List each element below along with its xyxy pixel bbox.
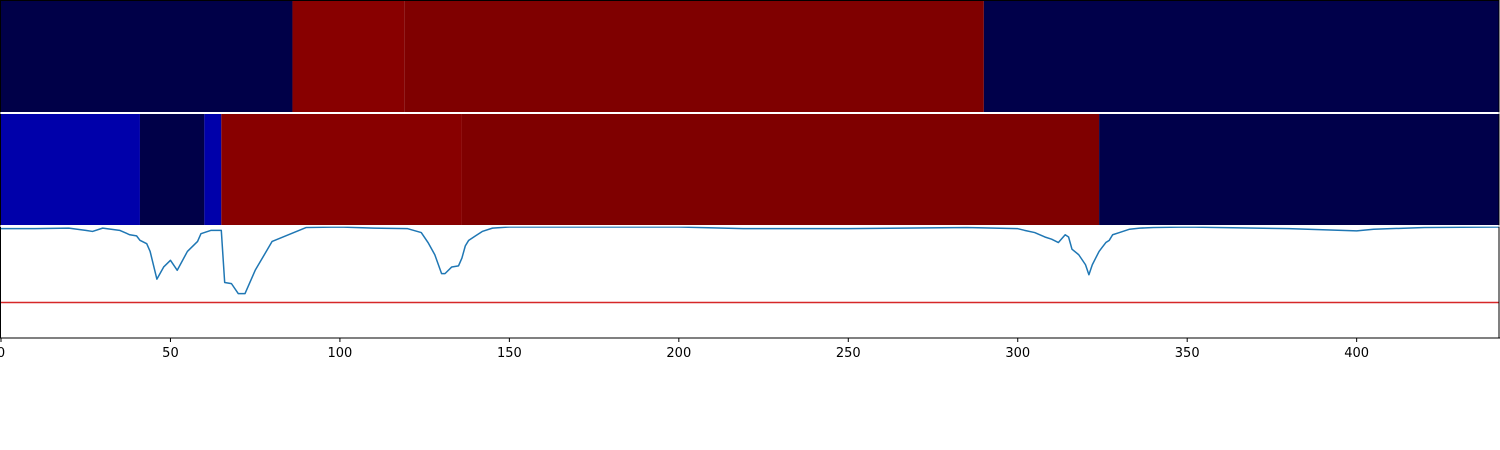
x-tick-label: 0 — [0, 346, 5, 361]
x-tick-label: 350 — [1175, 346, 1200, 361]
heatmap-segment — [1, 1, 293, 112]
chart-figure: 0 50 100 150 200 250 300 350 400 — [0, 0, 1500, 361]
heatmap-segment — [139, 114, 205, 225]
x-tick-label: 150 — [497, 346, 522, 361]
series-line — [1, 226, 1500, 295]
heatmap-segment — [221, 114, 462, 225]
x-tick-label: 300 — [1005, 346, 1030, 361]
heatmap-segment — [983, 1, 1499, 112]
heatmap-track-1 — [1, 1, 1499, 112]
heatmap-track-2 — [1, 114, 1499, 225]
heatmap-segment — [1, 114, 140, 225]
x-tick-label: 400 — [1344, 346, 1369, 361]
x-tick-label: 200 — [666, 346, 691, 361]
x-axis: 0 50 100 150 200 250 300 350 400 — [0, 337, 1500, 361]
heatmap-segment — [461, 114, 1100, 225]
x-tick-label: 100 — [327, 346, 352, 361]
x-tick-label: 50 — [162, 346, 179, 361]
heatmap-segment — [1099, 114, 1499, 225]
heatmap-segment — [404, 1, 984, 112]
heatmap-segment — [204, 114, 222, 225]
x-tick-label: 250 — [836, 346, 861, 361]
heatmap-segment — [292, 1, 405, 112]
